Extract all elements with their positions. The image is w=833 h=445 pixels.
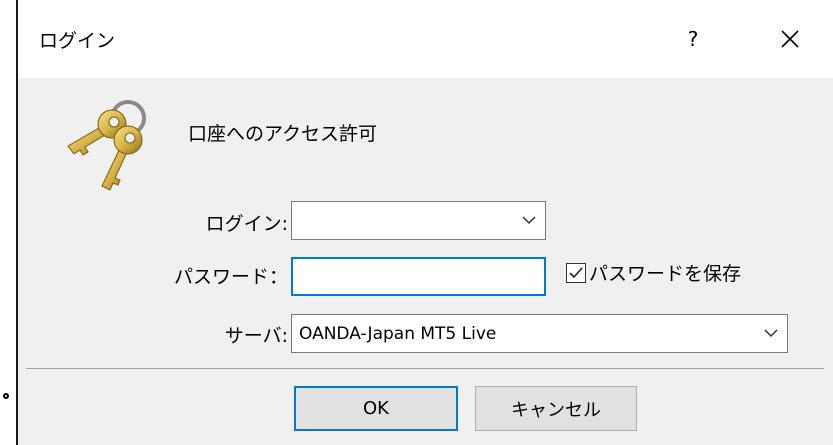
login-combobox[interactable]	[291, 201, 546, 240]
title-bar: ログイン ?	[18, 0, 833, 78]
checkmark-icon	[569, 266, 583, 278]
keys-icon	[67, 100, 146, 191]
login-label: ログイン:	[205, 213, 288, 235]
login-dialog: ログイン ? 口座へのアクセス許可 ログイン: パスワード： パスワードを保存 …	[16, 0, 833, 445]
divider	[26, 368, 824, 369]
edge-bullet-mark	[3, 393, 9, 399]
server-combobox[interactable]: OANDA-Japan MT5 Live	[291, 314, 788, 353]
save-password-label: パスワードを保存	[589, 263, 742, 285]
dialog-title: ログイン	[39, 30, 116, 52]
server-value: OANDA-Japan MT5 Live	[299, 324, 497, 344]
close-button[interactable]	[755, 16, 825, 62]
chevron-down-icon[interactable]	[522, 215, 536, 225]
password-label: パスワード：	[173, 266, 288, 288]
access-heading: 口座へのアクセス許可	[188, 123, 378, 145]
server-label: サーバ:	[224, 325, 288, 347]
save-password-option[interactable]: パスワードを保存	[566, 259, 741, 286]
save-password-checkbox[interactable]	[566, 262, 586, 283]
password-field[interactable]	[291, 257, 546, 296]
chevron-down-icon[interactable]	[764, 328, 778, 338]
ok-button[interactable]: OK	[294, 386, 458, 431]
help-button[interactable]: ?	[663, 16, 723, 62]
cancel-button[interactable]: キャンセル	[475, 386, 637, 431]
close-icon	[781, 30, 799, 48]
